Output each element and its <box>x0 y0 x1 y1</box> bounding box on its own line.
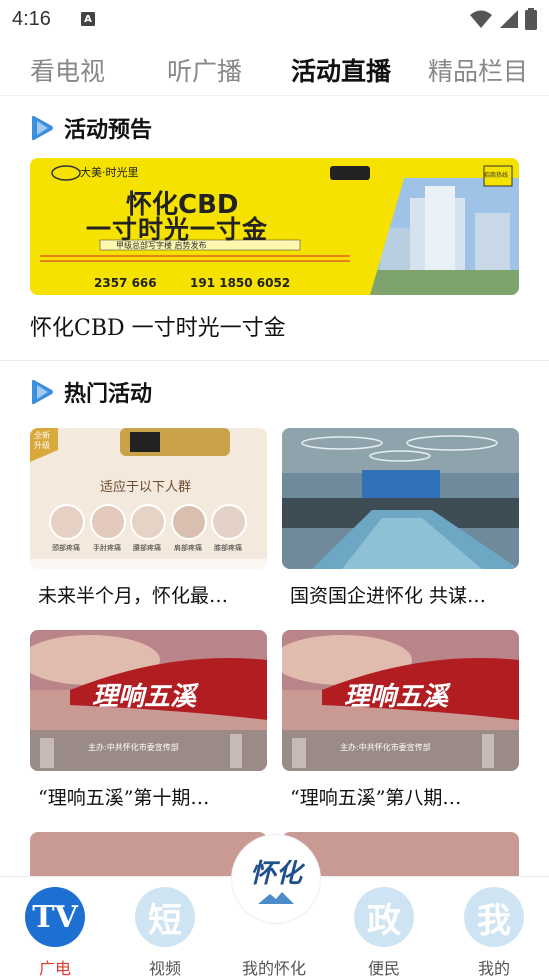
short-video-icon: 短 <box>135 887 195 947</box>
status-icons <box>469 8 537 30</box>
preview-section-header: 活动预告 <box>30 112 152 144</box>
tab-watch-tv[interactable]: 看电视 <box>30 52 105 88</box>
event-card-title: 国资国企进怀化 共谋… <box>290 585 487 607</box>
nav-item-convenience[interactable]: 政 便民 <box>329 877 439 976</box>
top-tab-bar: 看电视 听广播 活动直播 精品栏目 <box>0 42 549 96</box>
banner-phone-2: 191 1850 6052 <box>190 276 291 290</box>
event-card-title: “理响五溪”第十期… <box>38 787 210 809</box>
status-bar: 4:16 A <box>0 0 549 38</box>
event-card-title: “理响五溪”第八期… <box>290 787 462 809</box>
nav-label: 我的怀化 <box>241 959 306 976</box>
health-badge: 全新升级 <box>34 431 50 450</box>
wifi-icon <box>470 10 492 28</box>
hot-section-header: 热门活动 <box>30 376 152 408</box>
health-item: 膝部疼痛 <box>214 544 242 552</box>
play-icon <box>32 115 53 141</box>
health-item: 颈部疼痛 <box>52 544 80 552</box>
section-divider <box>0 360 549 361</box>
meeting-art <box>282 428 519 569</box>
signal-icon <box>500 10 518 28</box>
nav-item-guangdian[interactable]: TV 广电 <box>0 877 110 976</box>
nav-label: 视频 <box>148 959 181 976</box>
battery-icon <box>525 8 537 30</box>
event-banner[interactable]: 大美·时光里 怀化CBD 一寸时光一寸金 甲级总部写字楼 启势发布 2357 6… <box>30 158 519 295</box>
tab-radio[interactable]: 听广播 <box>167 52 242 88</box>
nav-label: 便民 <box>367 959 400 976</box>
event-card-image: 全新升级 适应于以下人群 颈部疼痛 手肘疼痛 腰部疼痛 肩部疼痛 膝部疼痛 <box>30 428 267 569</box>
me-icon: 我 <box>464 887 524 947</box>
bottom-nav: TV 广电 短 视频 怀化 我的怀化 政 便民 我 我的 <box>0 835 549 976</box>
hot-section-title: 热门活动 <box>64 382 153 407</box>
nav-label: 广电 <box>38 959 71 976</box>
event-card[interactable]: 全新升级 适应于以下人群 颈部疼痛 手肘疼痛 腰部疼痛 肩部疼痛 膝部疼痛 未来… <box>30 428 267 608</box>
nav-label: 我的 <box>477 959 510 976</box>
banner-brand: 大美·时光里 <box>80 166 139 179</box>
banner-strip-text: 甲级总部写字楼 启势发布 <box>116 241 207 250</box>
tab-live-events[interactable]: 活动直播 <box>291 52 391 88</box>
lixiang-title: 理响五溪 <box>344 682 449 712</box>
nav-item-mine[interactable]: 我 我的 <box>439 877 549 976</box>
nav-item-video[interactable]: 短 视频 <box>110 877 220 976</box>
event-card[interactable]: 理响五溪 主办:中共怀化市委宣传部 “理响五溪”第十期… <box>30 630 267 810</box>
event-card-image <box>282 428 519 569</box>
notification-icon: A <box>80 12 95 26</box>
play-icon <box>32 379 53 405</box>
banner-right-tag: 招商热线 <box>484 172 509 179</box>
lixiang-sub: 主办:中共怀化市委宣传部 <box>88 743 179 752</box>
event-card[interactable]: 理响五溪 主办:中共怀化市委宣传部 “理响五溪”第八期… <box>282 630 519 810</box>
event-card-image: 理响五溪 主办:中共怀化市委宣传部 <box>282 630 519 771</box>
tab-featured[interactable]: 精品栏目 <box>428 52 528 88</box>
lixiang-title: 理响五溪 <box>92 682 197 712</box>
health-item: 腰部疼痛 <box>133 544 161 552</box>
health-item: 手肘疼痛 <box>93 544 121 552</box>
nav-item-my-huaihua-label[interactable]: 我的怀化 <box>219 877 329 976</box>
event-card-partial[interactable] <box>30 832 267 876</box>
status-time: 4:16 <box>12 7 51 30</box>
event-card-image: 理响五溪 主办:中共怀化市委宣传部 <box>30 630 267 771</box>
preview-section-title: 活动预告 <box>64 118 153 143</box>
health-item: 肩部疼痛 <box>174 544 202 552</box>
banner-caption[interactable]: 怀化CBD 一寸时光一寸金 <box>30 310 286 342</box>
lixiang-sub: 主办:中共怀化市委宣传部 <box>340 743 431 752</box>
tv-icon: TV <box>25 887 85 947</box>
health-heading: 适应于以下人群 <box>100 480 192 495</box>
government-icon: 政 <box>354 887 414 947</box>
event-card[interactable]: 国资国企进怀化 共谋… <box>282 428 519 608</box>
event-card-title: 未来半个月，怀化最… <box>38 585 229 607</box>
banner-phone-1: 2357 666 <box>94 276 157 290</box>
